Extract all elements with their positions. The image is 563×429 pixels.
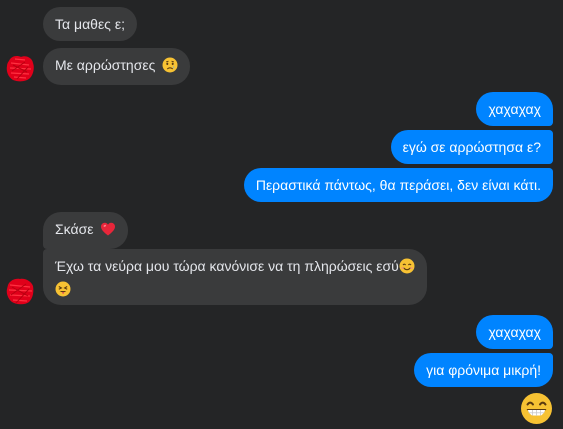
incoming-message[interactable]: Με αρρώστησες <box>43 48 191 85</box>
message-text: για φρόνιμα μικρή! <box>426 362 541 378</box>
message-text: χαχαχαχ <box>488 101 541 117</box>
message-text: Έχω τα νεύρα μου τώρα κανόνισε να τη πλη… <box>55 258 399 274</box>
message-text: Περαστικά πάντως, θα περάσει, δεν είναι … <box>255 177 541 193</box>
message-text: Τα μαθες ε; <box>55 16 125 32</box>
incoming-message[interactable]: Τα μαθες ε; <box>43 7 137 41</box>
smiling-face-icon <box>399 258 415 278</box>
message-text: χαχαχαχ <box>488 324 541 340</box>
avatar[interactable] <box>5 53 35 83</box>
avatar[interactable] <box>5 276 35 306</box>
tongue-out-face-icon <box>55 281 71 301</box>
redacted-avatar-icon <box>5 53 35 83</box>
red-heart-icon <box>100 221 116 241</box>
message-text: εγώ σε αρρώστησα ε? <box>402 139 541 155</box>
sad-face-icon <box>162 57 178 77</box>
outgoing-message[interactable]: Περαστικά πάντως, θα περάσει, δεν είναι … <box>243 168 553 202</box>
message-text: Σκάσε <box>55 221 94 237</box>
incoming-message[interactable]: Σκάσε <box>43 212 129 249</box>
grinning-face-icon[interactable] <box>520 392 553 425</box>
outgoing-message[interactable]: χαχαχαχ <box>476 315 553 349</box>
redacted-avatar-icon <box>5 276 35 306</box>
outgoing-message[interactable]: για φρόνιμα μικρή! <box>414 353 553 387</box>
incoming-message[interactable]: Έχω τα νεύρα μου τώρα κανόνισε να τη πλη… <box>43 249 427 305</box>
message-text: Με αρρώστησες <box>55 57 156 73</box>
outgoing-message[interactable]: χαχαχαχ <box>476 92 553 126</box>
outgoing-message[interactable]: εγώ σε αρρώστησα ε? <box>390 130 553 164</box>
